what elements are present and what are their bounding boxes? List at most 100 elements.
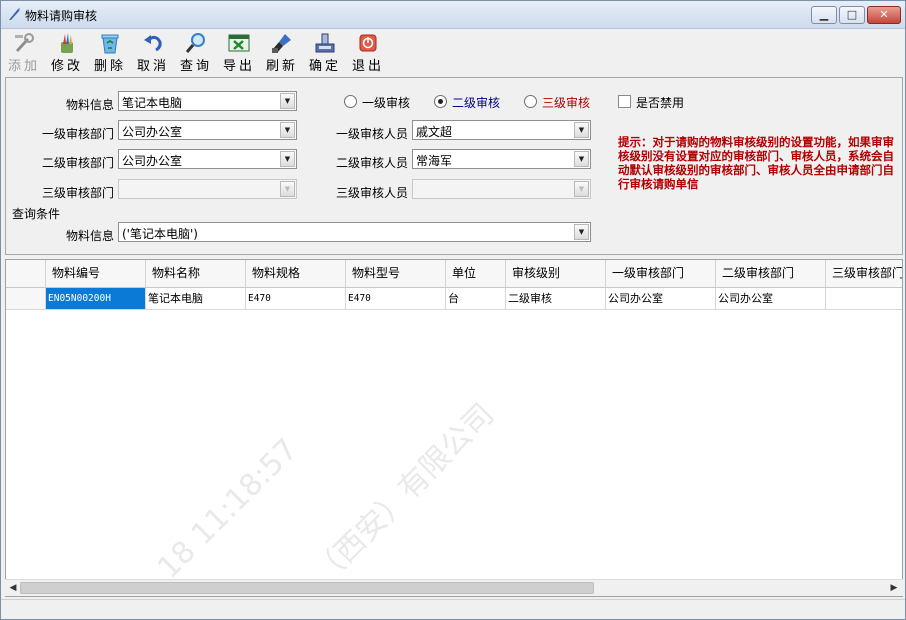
recycle-bin-icon <box>101 34 119 54</box>
row-header-corner <box>6 260 46 288</box>
minimize-button[interactable]: ▁ <box>811 6 837 24</box>
confirm-button[interactable]: 确定 <box>304 30 346 74</box>
feather-pen-icon <box>9 7 20 20</box>
hint-text: 提示：对于请购的物料审核级别的设置功能，如果审审核级别没有设置对应的审核部门、审… <box>618 135 894 191</box>
level3-person-label: 三级审核人员 <box>335 186 408 200</box>
radio-level2-label: 二级审核 <box>452 96 501 110</box>
radio-level3[interactable]: 三级审核 <box>524 94 604 110</box>
refresh-label: 刷新 <box>265 59 298 74</box>
export-label: 导出 <box>222 59 255 74</box>
window-title: 物料请购审核 <box>25 9 98 23</box>
horizontal-scrollbar[interactable]: ◀ ▶ <box>5 579 903 596</box>
radio-level2[interactable]: 二级审核 <box>434 94 514 110</box>
checkbox-box <box>618 95 631 108</box>
delete-label: 删除 <box>93 59 126 74</box>
column-header[interactable]: 物料编号 <box>46 260 146 288</box>
table-cell[interactable] <box>826 288 902 310</box>
level1-person-label: 一级审核人员 <box>335 127 408 141</box>
table-cell[interactable]: 台 <box>446 288 506 310</box>
level3-person-combo[interactable]: ▼ <box>412 179 591 199</box>
exit-label: 退出 <box>351 59 384 74</box>
export-button[interactable]: 导出 <box>218 30 260 74</box>
scroll-right-arrow-icon[interactable]: ▶ <box>887 581 901 595</box>
close-button[interactable]: ✕ <box>867 6 901 24</box>
excel-export-icon <box>228 34 250 52</box>
level3-dept-label: 三级审核部门 <box>41 186 114 200</box>
query-section-label: 查询条件 <box>12 207 61 221</box>
level1-dept-label: 一级审核部门 <box>41 127 114 141</box>
material-info-label: 物料信息 <box>65 98 114 112</box>
query-button[interactable]: 查询 <box>175 30 217 74</box>
paint-brush-icon <box>272 34 291 53</box>
level2-dept-label: 二级审核部门 <box>41 156 114 170</box>
chevron-down-icon[interactable]: ▼ <box>280 151 295 167</box>
chevron-down-icon[interactable]: ▼ <box>574 151 589 167</box>
column-header[interactable]: 物料型号 <box>346 260 446 288</box>
column-header[interactable]: 物料规格 <box>246 260 346 288</box>
radio-circle-selected <box>434 95 447 108</box>
scroll-left-arrow-icon[interactable]: ◀ <box>6 581 20 595</box>
add-button[interactable]: 添加 <box>3 30 45 74</box>
table-cell[interactable]: EN05N00200H <box>46 288 146 310</box>
status-bar <box>1 599 905 619</box>
chevron-down-icon[interactable]: ▼ <box>574 181 589 197</box>
table-cell[interactable]: 公司办公室 <box>716 288 826 310</box>
row-header[interactable] <box>6 288 46 310</box>
level3-dept-combo[interactable]: ▼ <box>118 179 297 199</box>
chevron-down-icon[interactable]: ▼ <box>280 122 295 138</box>
cancel-button[interactable]: 取消 <box>132 30 174 74</box>
material-info-value: 笔记本电脑 <box>122 96 183 110</box>
level2-person-combo[interactable]: 常海军 ▼ <box>412 149 591 169</box>
radio-circle <box>524 95 537 108</box>
edit-label: 修改 <box>50 59 83 74</box>
column-header[interactable]: 三级审核部门 <box>826 260 902 288</box>
delete-button[interactable]: 删除 <box>89 30 131 74</box>
filter-panel: 物料信息 笔记本电脑 ▼ 一级审核部门 公司办公室 ▼ 二级审核部门 公司办公室… <box>5 77 903 255</box>
add-label: 添加 <box>7 59 40 74</box>
maximize-button[interactable]: □ <box>839 6 865 24</box>
undo-arrow-icon <box>144 35 162 52</box>
level2-dept-combo[interactable]: 公司办公室 ▼ <box>118 149 297 169</box>
level2-dept-value: 公司办公室 <box>122 154 183 168</box>
disabled-checkbox-label: 是否禁用 <box>636 96 685 110</box>
table-cell[interactable]: E470 <box>346 288 446 310</box>
column-header[interactable]: 物料名称 <box>146 260 246 288</box>
confirm-label: 确定 <box>308 59 341 74</box>
column-header[interactable]: 一级审核部门 <box>606 260 716 288</box>
query-material-value: ('笔记本电脑') <box>122 227 198 241</box>
edit-button[interactable]: 修改 <box>46 30 88 74</box>
data-grid[interactable]: 物料编号 物料名称 物料规格 物料型号 单位 审核级别 一级审核部门 二级审核部… <box>5 259 903 597</box>
radio-level1-label: 一级审核 <box>362 96 411 110</box>
radio-level3-label: 三级审核 <box>542 96 591 110</box>
column-header[interactable]: 单位 <box>446 260 506 288</box>
column-header[interactable]: 二级审核部门 <box>716 260 826 288</box>
chevron-down-icon[interactable]: ▼ <box>574 122 589 138</box>
exit-button[interactable]: 退出 <box>347 30 389 74</box>
refresh-button[interactable]: 刷新 <box>261 30 303 74</box>
radio-level1[interactable]: 一级审核 <box>344 94 424 110</box>
add-tools-icon <box>15 33 34 52</box>
chevron-down-icon[interactable]: ▼ <box>280 181 295 197</box>
level1-person-value: 戚文超 <box>416 125 453 139</box>
radio-circle <box>344 95 357 108</box>
table-cell[interactable]: 笔记本电脑 <box>146 288 246 310</box>
level1-person-combo[interactable]: 戚文超 ▼ <box>412 120 591 140</box>
query-material-label: 物料信息 <box>65 229 114 243</box>
toolbar: 添加 修改 删除 取消 查询 导出 刷新 确定 退出 <box>1 30 905 74</box>
table-cell[interactable]: 公司办公室 <box>606 288 716 310</box>
scrollbar-thumb[interactable] <box>20 582 594 594</box>
column-header[interactable]: 审核级别 <box>506 260 606 288</box>
table-cell[interactable]: 二级审核 <box>506 288 606 310</box>
table-cell[interactable]: E470 <box>246 288 346 310</box>
query-label: 查询 <box>179 59 212 74</box>
title-bar[interactable]: 物料请购审核 ▁ □ ✕ <box>1 1 905 29</box>
edit-pencils-icon <box>61 33 73 53</box>
query-material-combo[interactable]: ('笔记本电脑') ▼ <box>118 222 591 242</box>
level2-person-value: 常海军 <box>416 154 453 168</box>
app-window: 物料请购审核 ▁ □ ✕ 添加 修改 删除 取消 查询 导出 刷新 确定 退出 … <box>0 0 906 620</box>
chevron-down-icon[interactable]: ▼ <box>280 93 295 109</box>
level1-dept-combo[interactable]: 公司办公室 ▼ <box>118 120 297 140</box>
chevron-down-icon[interactable]: ▼ <box>574 224 589 240</box>
disabled-checkbox[interactable]: 是否禁用 <box>618 94 698 110</box>
material-info-combo[interactable]: 笔记本电脑 ▼ <box>118 91 297 111</box>
